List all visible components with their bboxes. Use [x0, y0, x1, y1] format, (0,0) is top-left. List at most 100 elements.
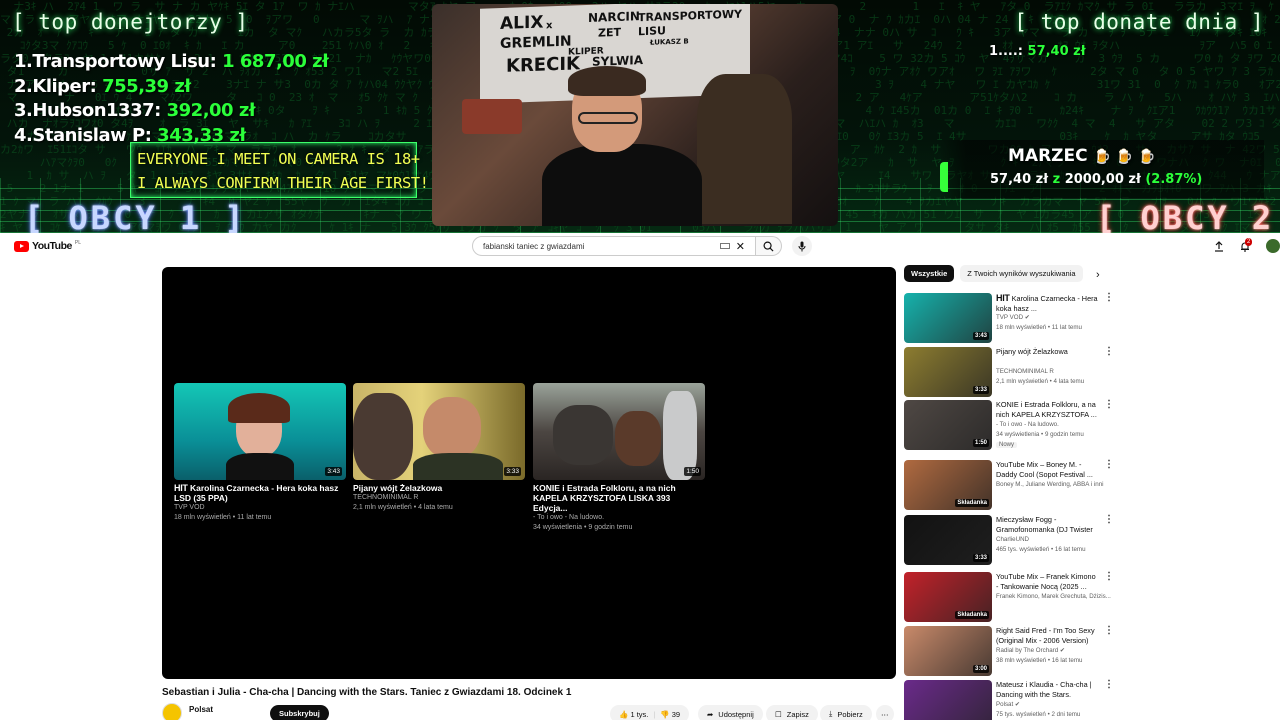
person-hair — [568, 66, 646, 96]
recommendation-item[interactable]: 3:00 Right Said Fred - I'm Too Sexy (Orig… — [904, 626, 1114, 676]
duration-badge: Składanka — [955, 499, 989, 507]
more-options-icon[interactable]: ⋮ — [1104, 460, 1114, 470]
donation-goal: MARZEC 🍺 🍺 🍺 57,40 zł z 2000,00 zł (2.87… — [940, 140, 1264, 198]
youtube-logo[interactable]: YouTube PL — [14, 240, 81, 252]
channel-actions-row: Polsat Subskrybuj 👍 1 tys. | 👎 39 ➦ Udost… — [162, 703, 896, 720]
video-title: Sebastian i Julia - Cha-cha | Dancing wi… — [162, 687, 572, 698]
goal-progress-bar — [940, 162, 948, 192]
recommendation-channel: TVP VOD ✔ — [996, 314, 1030, 321]
account-avatar[interactable] — [1266, 239, 1280, 253]
endscreen-channel: - To i owo - Na ludowo. — [533, 514, 605, 521]
recommendation-thumbnail: 3:00 — [904, 626, 992, 676]
save-button[interactable]: ☐ Zapisz — [766, 705, 818, 720]
recommendation-meta: 38 mln wyświetleń • 16 lat temu — [996, 657, 1083, 664]
disclaimer-line: EVERYONE I MEET ON CAMERA IS 18+ — [137, 150, 420, 168]
recommendation-item[interactable]: 3:33 Pijany wójt Żelazkowa TECHNOMINIMAL R… — [904, 347, 1114, 397]
more-options-icon[interactable]: ⋮ — [1104, 293, 1114, 303]
more-options-icon[interactable]: ⋮ — [1104, 400, 1114, 410]
download-button[interactable]: ⤓ Pobierz — [820, 705, 872, 720]
duration-badge: 1:50 — [972, 439, 989, 447]
recommendation-item[interactable]: 1:50 KONIE i Estrada Folkloru, a na nich … — [904, 400, 1114, 450]
more-options-icon[interactable]: ⋮ — [1104, 572, 1114, 582]
clear-icon[interactable]: ✕ — [736, 240, 745, 253]
recommendation-thumbnail: 3:33 — [904, 347, 992, 397]
jacket — [697, 74, 792, 224]
channel-avatar[interactable] — [162, 703, 182, 720]
voice-search-button[interactable] — [792, 236, 812, 256]
like-dislike-group: 👍 1 tys. | 👎 39 — [610, 705, 690, 720]
chevron-right-icon[interactable]: › — [1096, 269, 1100, 281]
duration-badge: 3:43 — [972, 332, 989, 340]
endscreen-meta: 34 wyświetlenia • 9 godzin temu — [533, 524, 633, 531]
obcy-left-label: [ OBCY 1 ] — [24, 199, 247, 233]
goal-name: MARZEC 🍺 🍺 🍺 — [1008, 146, 1156, 166]
disclaimer-line: I ALWAYS CONFIRM THEIR AGE FIRST! — [137, 174, 429, 192]
recommendation-title: Mieczysław Fogg - Gramofonomanka (DJ Twi… — [996, 515, 1093, 534]
recommendation-meta: 34 wyświetlenia • 9 godzin temu — [996, 431, 1084, 438]
recommendation-title: HIT Karolina Czarnecka - Hera koka hasz … — [996, 293, 1098, 313]
recommendation-thumbnail: 3:33 — [904, 515, 992, 565]
more-options-icon[interactable]: ⋮ — [1104, 626, 1114, 636]
recommendation-thumbnail: 3:43 — [904, 293, 992, 343]
keyboard-icon[interactable] — [719, 243, 730, 249]
recommendation-item[interactable]: 3:33 Mieczysław Fogg - Gramofonomanka (DJ… — [904, 515, 1114, 565]
endscreen-channel: TECHNOMINIMAL R — [353, 494, 419, 501]
top-day-title: [ top donate dnia ] — [1014, 10, 1264, 34]
recommendation-item[interactable]: Składanka YouTube Mix – Franek Kimono - T… — [904, 572, 1114, 622]
recommendation-thumbnail: Składanka — [904, 460, 992, 510]
recommendation-channel: - To i owo - Na ludowo. — [996, 421, 1059, 428]
recommendation-title: KONIE i Estrada Folkloru, a na nich KAPE… — [996, 400, 1097, 419]
search-icon — [763, 241, 774, 252]
dislike-button[interactable]: 👎 39 — [660, 710, 680, 719]
recommendation-thumbnail: Składanka — [904, 572, 992, 622]
donor-entry: 2.Kliper: 755,39 zł — [14, 75, 191, 97]
endscreen-meta: 18 mln wyświetleń • 11 lat temu — [174, 514, 272, 521]
beer-icon: 🍺 🍺 🍺 — [1093, 149, 1156, 165]
microphone-icon — [798, 241, 806, 251]
endscreen-card[interactable]: 1:50 KONIE i Estrada Folkloru, a na nich… — [533, 383, 705, 533]
chip-all[interactable]: Wszystkie — [904, 265, 955, 282]
share-icon: ➦ — [707, 709, 714, 719]
duration-badge: Składanka — [955, 611, 989, 619]
like-button[interactable]: 👍 1 tys. — [619, 710, 648, 719]
shelf-item — [462, 99, 522, 134]
recommendation-item[interactable]: Mateusz i Klaudia - Cha-cha | Dancing wi… — [904, 680, 1114, 720]
verified-icon: ✔ — [1058, 647, 1066, 654]
recommendation-channel: TECHNOMINIMAL R — [996, 368, 1054, 375]
more-options-icon[interactable]: ⋮ — [1104, 347, 1114, 357]
goal-progress-text: 57,40 zł z 2000,00 zł (2.87%) — [990, 172, 1203, 187]
duration-badge: 3:00 — [972, 665, 989, 673]
top-donors-list: 1.Transportowy Lisu: 1 687,00 zł 2.Klipe… — [14, 50, 329, 148]
recommendation-channel: Radial by The Orchard ✔ — [996, 647, 1066, 654]
recommendation-meta: 465 tys. wyświetleń • 16 lat temu — [996, 546, 1086, 553]
recommendation-title: Mateusz i Klaudia - Cha-cha | Dancing wi… — [996, 680, 1092, 699]
chip-from-search[interactable]: Z Twoich wyników wyszukiwania — [960, 265, 1083, 282]
search-button[interactable] — [756, 236, 782, 256]
recommendation-item[interactable]: Składanka YouTube Mix – Boney M. - Daddy … — [904, 460, 1114, 510]
video-player[interactable]: 3:43 HIT Karolina Czarnecka - Hera koka … — [162, 267, 896, 679]
more-options-icon[interactable]: ⋮ — [1104, 515, 1114, 525]
top-donors-title: [ top donejtorzy ] — [12, 10, 249, 34]
recommendation-thumbnail: 1:50 — [904, 400, 992, 450]
subscribe-button[interactable]: Subskrybuj — [270, 705, 329, 720]
stream-overlay: ナ3ｷ ハ 2ｱ4 1 ワ ラ サ ナ カ ヤｹｷ 5ｴ タ 1ｱ ワ ｶ ナｴ… — [0, 0, 1280, 233]
donor-entry: 3.Hubson1337: 392,00 zł — [14, 100, 256, 121]
share-button[interactable]: ➦ Udostępnij — [698, 705, 763, 720]
more-actions-button[interactable]: ⋯ — [876, 705, 894, 720]
more-options-icon[interactable]: ⋮ — [1104, 680, 1114, 690]
endscreen-thumbnail: 1:50 — [533, 383, 705, 480]
filter-chips: Wszystkie Z Twoich wyników wyszukiwania — [904, 265, 1083, 282]
top-day-entry: 1....: 57,40 zł — [989, 44, 1086, 59]
endscreen-card[interactable]: 3:33 Pijany wójt Żelazkowa TECHNOMINIMAL… — [353, 383, 525, 513]
endscreen-channel: TVP VOD — [174, 504, 205, 511]
glasses — [578, 112, 638, 124]
endscreen-card[interactable]: 3:43 HIT Karolina Czarnecka - Hera koka … — [174, 383, 346, 523]
channel-name[interactable]: Polsat — [189, 705, 213, 714]
youtube-page: YouTube PL fabianski taniec z gwiazdami … — [0, 233, 1280, 720]
recommendation-thumbnail — [904, 680, 992, 720]
search-input[interactable]: fabianski taniec z gwiazdami ✕ — [472, 236, 756, 256]
recommendation-item[interactable]: 3:43 HIT Karolina Czarnecka - Hera koka h… — [904, 293, 1114, 343]
recommendation-meta: 18 mln wyświetleń • 11 lat temu — [996, 324, 1082, 331]
upload-icon[interactable] — [1212, 239, 1226, 253]
webcam-feed: ALIX x NARCIN TRANSPORTOWY GREMLIN ZET L… — [432, 4, 838, 226]
